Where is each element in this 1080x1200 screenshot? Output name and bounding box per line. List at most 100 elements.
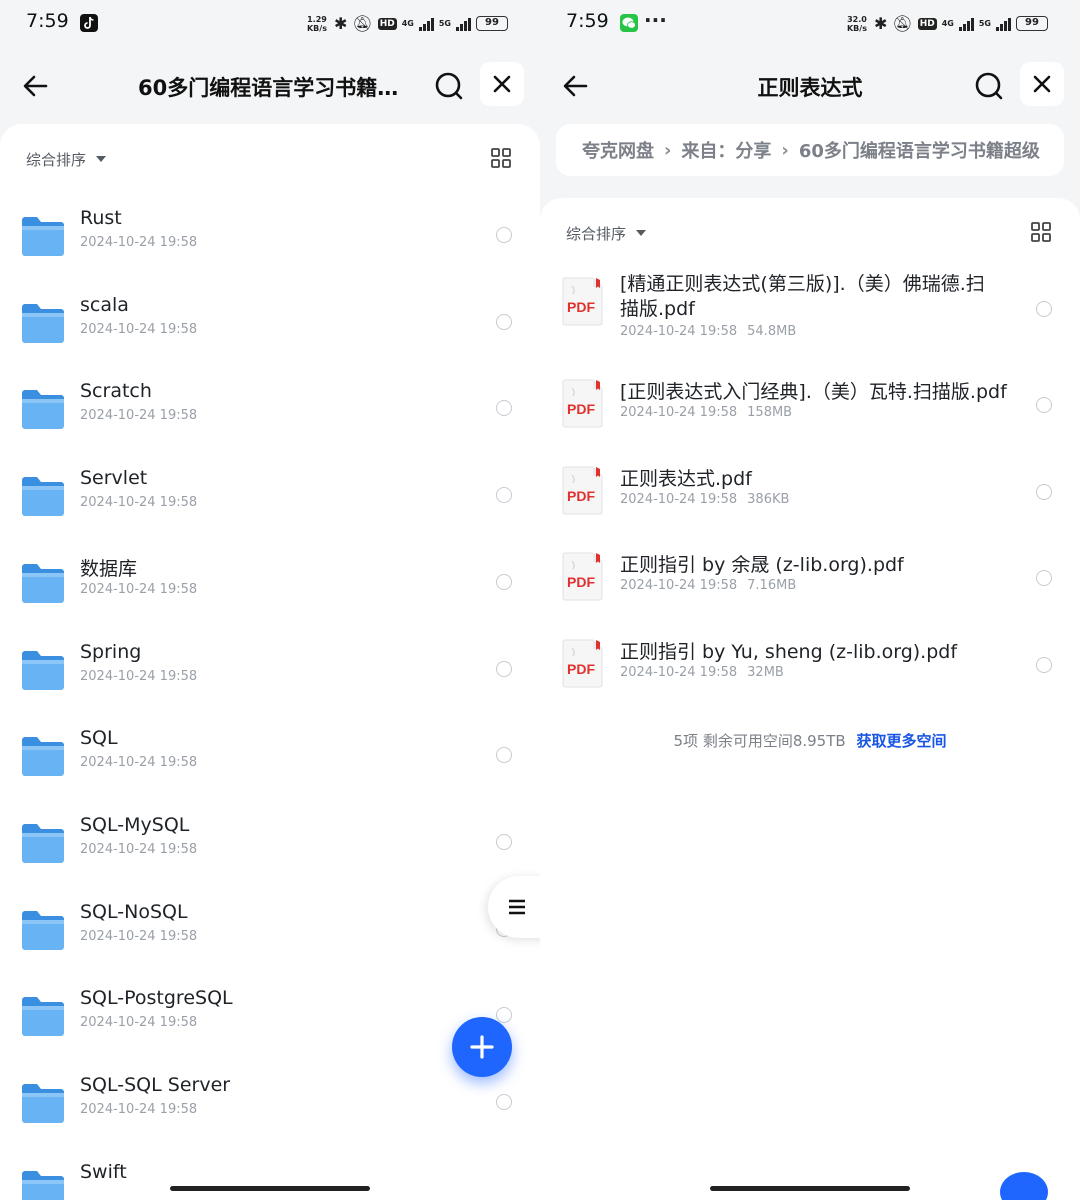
- add-button[interactable]: [452, 1017, 512, 1077]
- network-speed: 1.29 KB/s: [306, 14, 327, 33]
- folder-row[interactable]: Spring 2024-10-24 19:58: [0, 626, 540, 712]
- folder-date: 2024-10-24 19:58: [80, 321, 198, 337]
- file-row[interactable]: PDF 正则指引 by 余晟 (z-lib.org).pdf 2024-10-24 …: [540, 535, 1080, 621]
- network-speed: 32.0 KB/s: [846, 14, 867, 33]
- folder-row[interactable]: SQL-SQL Server 2024-10-24 19:58: [0, 1059, 540, 1145]
- pdf-badge: PDF: [567, 401, 595, 417]
- grid-view-icon[interactable]: [1030, 221, 1052, 243]
- title-bar: 60多门编程语言学习书籍...: [0, 58, 540, 114]
- caret-down-icon[interactable]: [96, 156, 107, 162]
- more-notifications-icon: ···: [644, 8, 667, 32]
- file-row[interactable]: PDF [正则表达式入门经典].（美）瓦特.扫描版.pdf 2024-10-24 1…: [540, 362, 1080, 448]
- breadcrumb-item-share[interactable]: 来自：分享: [681, 137, 771, 163]
- caret-down-icon[interactable]: [636, 230, 647, 236]
- status-bar: 7:59 1.29 KB/s ✱ 🔕︎ HD 4G 5G 99: [0, 0, 540, 48]
- pdf-file-icon: PDF: [562, 638, 604, 688]
- pdf-file-icon: PDF: [562, 378, 604, 428]
- file-name: [精通正则表达式(第三版)].（美）佛瑞德.扫描版.pdf: [620, 273, 985, 320]
- pdf-badge: PDF: [567, 299, 595, 315]
- folder-row[interactable]: SQL 2024-10-24 19:58: [0, 712, 540, 798]
- file-size: 158MB: [747, 405, 793, 420]
- file-date: 2024-10-24 19:58: [620, 324, 738, 339]
- battery-icon: 99: [476, 16, 508, 31]
- status-time: 7:59: [566, 10, 609, 32]
- net-4g: 4G: [401, 18, 414, 28]
- folder-icon: [20, 561, 66, 605]
- folder-name: SQL-NoSQL: [80, 900, 188, 923]
- folder-row[interactable]: SQL-MySQL 2024-10-24 19:58: [0, 799, 540, 885]
- select-checkbox[interactable]: [496, 487, 512, 504]
- select-checkbox[interactable]: [496, 400, 512, 417]
- folder-icon: [20, 821, 66, 865]
- select-checkbox[interactable]: [496, 573, 512, 590]
- close-icon[interactable]: [480, 62, 524, 106]
- file-name: 正则指引 by Yu, sheng (z-lib.org).pdf: [620, 641, 958, 663]
- select-checkbox[interactable]: [1036, 570, 1052, 586]
- folder-name: SQL: [80, 727, 118, 750]
- folder-date: 2024-10-24 19:58: [80, 235, 198, 250]
- folder-icon: [20, 908, 66, 952]
- bluetooth-icon: ✱: [333, 14, 348, 33]
- folder-name: scala: [80, 293, 129, 316]
- select-checkbox[interactable]: [1036, 484, 1052, 500]
- folder-row[interactable]: Rust 2024-10-24 19:58: [0, 192, 540, 278]
- select-checkbox[interactable]: [1036, 301, 1052, 317]
- select-checkbox[interactable]: [496, 833, 512, 850]
- net-4g: 4G: [941, 18, 954, 28]
- folder-row[interactable]: 数据库 2024-10-24 19:58: [0, 539, 540, 625]
- breadcrumb-item-root[interactable]: 夸克网盘: [582, 137, 654, 163]
- signal-bars-icon: [996, 17, 1011, 31]
- pdf-badge: PDF: [567, 488, 595, 504]
- home-indicator[interactable]: [170, 1186, 370, 1191]
- wechat-icon: [620, 14, 638, 32]
- file-name: 正则表达式.pdf: [620, 468, 752, 490]
- back-arrow-icon[interactable]: [20, 70, 52, 102]
- sort-dropdown[interactable]: 综合排序: [26, 149, 86, 170]
- search-icon[interactable]: [433, 70, 465, 102]
- folder-name: Rust: [80, 207, 122, 229]
- folder-name: Swift: [80, 1160, 127, 1183]
- file-row[interactable]: PDF [精通正则表达式(第三版)].（美）佛瑞德.扫描版.pdf 2024-10-…: [540, 260, 1080, 360]
- folder-row[interactable]: Swift: [0, 1146, 540, 1200]
- folder-icon: [20, 994, 66, 1038]
- get-more-space-link[interactable]: 获取更多空间: [856, 732, 946, 750]
- folder-date: 2024-10-24 19:58: [80, 1015, 198, 1031]
- select-checkbox[interactable]: [496, 747, 512, 764]
- folder-name: SQL-MySQL: [80, 813, 190, 836]
- folder-date: 2024-10-24 19:58: [80, 928, 198, 944]
- select-checkbox[interactable]: [496, 227, 512, 243]
- pdf-badge: PDF: [567, 661, 595, 677]
- folder-row[interactable]: Servlet 2024-10-24 19:58: [0, 452, 540, 538]
- left-screen: 7:59 1.29 KB/s ✱ 🔕︎ HD 4G 5G 99 60多门编程语言学…: [0, 0, 540, 1200]
- signal-bars-icon: [418, 17, 434, 31]
- home-indicator[interactable]: [710, 1186, 910, 1191]
- breadcrumb-item-folder[interactable]: 60多门编程语言学习书籍超级: [799, 137, 1040, 163]
- file-row[interactable]: PDF 正则表达式.pdf 2024-10-24 19:58 386KB: [540, 449, 1080, 535]
- select-checkbox[interactable]: [1036, 397, 1052, 413]
- select-checkbox[interactable]: [496, 1094, 512, 1110]
- search-icon[interactable]: [973, 70, 1005, 102]
- folder-date: 2024-10-24 19:58: [80, 668, 198, 684]
- grid-view-icon[interactable]: [490, 147, 512, 169]
- folder-row[interactable]: SQL-NoSQL 2024-10-24 19:58: [0, 886, 540, 972]
- file-row[interactable]: PDF 正则指引 by Yu, sheng (z-lib.org).pdf 2024…: [540, 622, 1080, 708]
- status-bar: 7:59 ··· 32.0 KB/s ✱ 🔕︎ HD 4G 5G 99: [540, 0, 1080, 48]
- folder-row[interactable]: Scratch 2024-10-24 19:58: [0, 365, 540, 451]
- file-size: 54.8MB: [747, 324, 797, 339]
- folder-name: 数据库: [80, 557, 138, 580]
- folder-row[interactable]: scala 2024-10-24 19:58: [0, 279, 540, 365]
- file-meta: 2024-10-24 19:58 7.16MB: [620, 578, 796, 593]
- folder-name: Scratch: [80, 380, 152, 403]
- sort-bar: 综合排序: [566, 218, 1052, 248]
- sort-dropdown[interactable]: 综合排序: [566, 223, 626, 244]
- menu-lines-icon: [509, 899, 525, 915]
- net-5g: 5G: [978, 18, 991, 28]
- hd-badge: HD: [917, 17, 937, 30]
- folder-date: 2024-10-24 19:58: [80, 1102, 198, 1117]
- close-icon[interactable]: [1020, 62, 1064, 106]
- select-checkbox[interactable]: [496, 313, 512, 330]
- select-checkbox[interactable]: [1036, 657, 1052, 673]
- select-checkbox[interactable]: [496, 660, 512, 677]
- item-count: 5项: [673, 732, 699, 750]
- bluetooth-icon: ✱: [873, 14, 888, 33]
